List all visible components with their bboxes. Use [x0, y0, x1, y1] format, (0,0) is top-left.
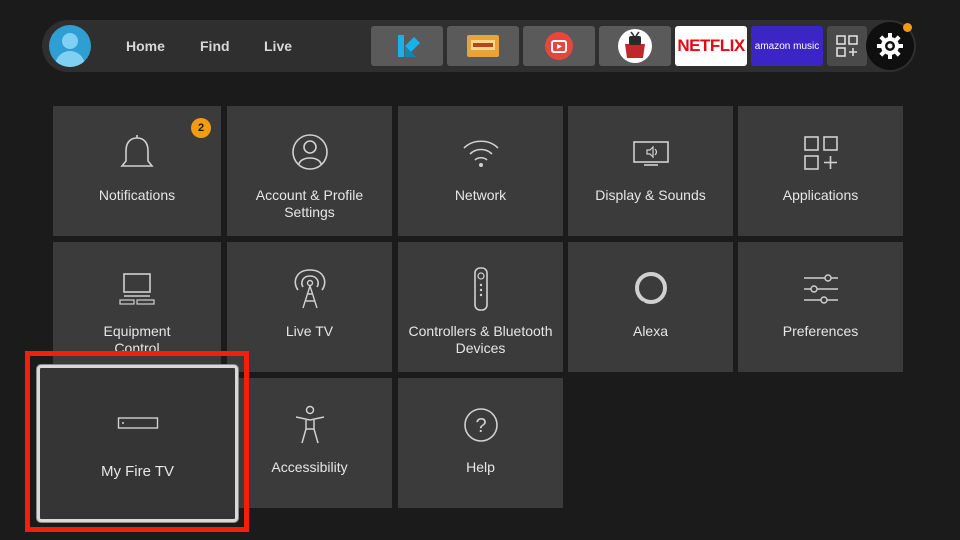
monitor-speaker-icon	[632, 141, 669, 166]
tile-notifications[interactable]: 2 Notifications	[53, 106, 221, 236]
bell-icon	[120, 135, 154, 167]
all-apps-button[interactable]	[827, 26, 867, 66]
tile-controllers-bluetooth[interactable]: Controllers & Bluetooth Devices	[398, 242, 563, 372]
tile-accessibility[interactable]: Accessibility	[227, 378, 392, 508]
tile-label: Notifications	[98, 187, 176, 203]
netflix-app-tile[interactable]: NETFLIX	[675, 26, 747, 66]
netflix-logo: NETFLIX	[677, 36, 745, 55]
apps-grid-icon	[803, 136, 838, 170]
tile-network[interactable]: Network	[398, 106, 563, 236]
amazon-music-app-tile[interactable]: amazon music	[751, 26, 823, 66]
tile-label: Network	[454, 187, 507, 203]
sliders-icon	[803, 274, 838, 304]
tile-label: Preferences	[782, 323, 859, 339]
tile-label: Account & Profile Settings	[255, 187, 364, 220]
cinema-hd-icon	[467, 35, 499, 57]
tile-label: Help	[466, 459, 495, 475]
svg-text:?: ?	[475, 415, 486, 437]
redbox-tv-app-tile[interactable]	[599, 26, 671, 66]
alexa-ring-icon	[634, 272, 667, 306]
tile-label: Accessibility	[271, 459, 348, 475]
tile-my-fire-tv[interactable]: My Fire TV	[37, 365, 238, 522]
nav-find[interactable]: Find	[200, 38, 230, 54]
kodi-icon	[398, 35, 420, 57]
tile-label: Live TV	[285, 323, 334, 339]
cinema-hd-app-tile[interactable]	[447, 26, 519, 66]
tv-app-icon	[545, 32, 573, 60]
nav-live[interactable]: Live	[264, 38, 292, 54]
avatar-head	[62, 33, 78, 49]
tile-label: Applications	[782, 187, 859, 203]
tile-display-sounds[interactable]: Display & Sounds	[568, 106, 733, 236]
tile-live-tv[interactable]: Live TV	[227, 242, 392, 372]
fire-tv-device-icon	[117, 417, 158, 429]
nav-home[interactable]: Home	[126, 38, 165, 54]
accessibility-icon	[295, 405, 324, 444]
help-icon: ?	[463, 408, 498, 442]
tile-label: Controllers & Bluetooth Devices	[408, 323, 553, 356]
redbox-tv-icon	[618, 29, 652, 63]
tv-app-tile[interactable]	[523, 26, 595, 66]
settings-notification-dot	[903, 23, 912, 32]
tile-label: Alexa	[632, 323, 669, 339]
tile-label: My Fire TV	[100, 463, 175, 480]
wifi-icon	[462, 140, 499, 167]
avatar-body	[55, 51, 85, 67]
remote-icon	[473, 267, 488, 311]
laptop-icon	[119, 273, 155, 305]
tile-applications[interactable]: Applications	[738, 106, 903, 236]
all-apps-grid-icon	[836, 35, 858, 57]
tile-help[interactable]: ? Help	[398, 378, 563, 508]
tile-preferences[interactable]: Preferences	[738, 242, 903, 372]
profile-avatar[interactable]	[49, 25, 91, 67]
gear-icon	[877, 33, 903, 59]
kodi-app-tile[interactable]	[371, 26, 443, 66]
tile-account-profile-settings[interactable]: Account & Profile Settings	[227, 106, 392, 236]
user-circle-icon	[291, 134, 328, 170]
tile-label: Display & Sounds	[595, 187, 706, 203]
notification-count-badge: 2	[191, 118, 211, 138]
tile-alexa[interactable]: Alexa	[568, 242, 733, 372]
antenna-icon	[294, 269, 325, 309]
amazon-music-logo: amazon music	[754, 40, 820, 52]
